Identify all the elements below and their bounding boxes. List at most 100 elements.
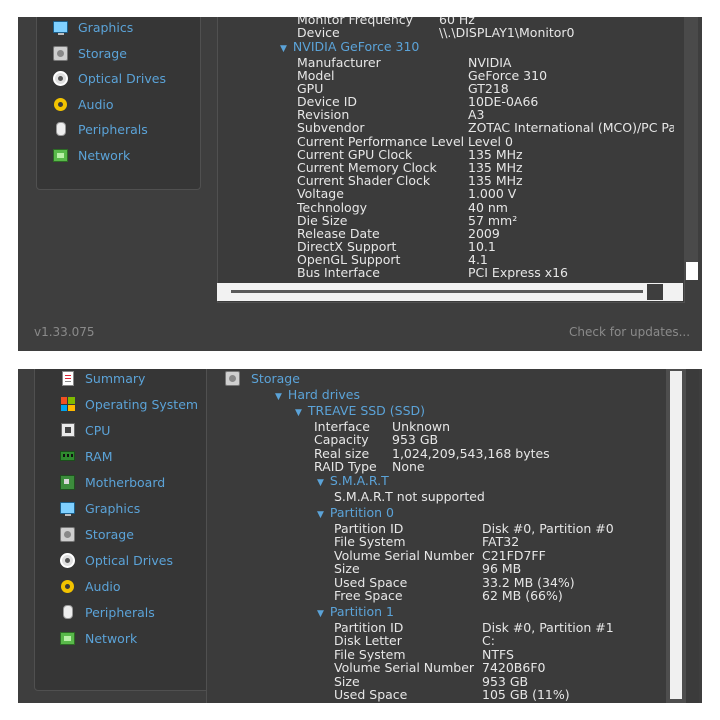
sidebar-item-label: Network: [78, 147, 131, 163]
sidebar: Graphics Storage Optical Drives Audio Pe…: [36, 17, 201, 190]
windows-icon: [60, 397, 75, 412]
section-label: S.M.A.R.T: [329, 473, 389, 488]
sidebar-item-label: Storage: [78, 45, 127, 61]
row-value: 1.000 V: [468, 186, 517, 201]
section-label: TREAVE SSD (SSD): [307, 403, 426, 418]
row-key: File System: [334, 534, 406, 549]
section-partition-1[interactable]: ▼ Partition 1: [317, 604, 394, 619]
row-value: None: [392, 459, 425, 474]
detail-panel[interactable]: Storage ▼ Hard drives ▼ TREAVE SSD (SSD) I…: [206, 369, 699, 703]
sidebar-item-label: Peripherals: [78, 121, 148, 137]
sidebar-item-storage[interactable]: Storage: [60, 523, 134, 545]
row-value: PCI Express x16: [468, 265, 569, 280]
network-icon: [60, 631, 75, 646]
sidebar-item-storage[interactable]: Storage: [53, 42, 127, 64]
row-key: Bus Interface: [297, 265, 380, 280]
sidebar-item-audio[interactable]: Audio: [53, 93, 114, 115]
motherboard-icon: [60, 474, 75, 490]
sidebar-item-label: Graphics: [78, 19, 134, 35]
row-key: Size: [334, 561, 360, 576]
sidebar-item-label: Peripherals: [85, 604, 155, 620]
sidebar-item-label: Audio: [78, 96, 114, 112]
sidebar-item-label: Summary: [85, 370, 146, 386]
vertical-scrollbar[interactable]: [666, 369, 686, 703]
check-updates-link[interactable]: Check for updates...: [569, 325, 690, 339]
section-label: Partition 1: [329, 604, 394, 619]
sidebar-item-label: RAM: [85, 448, 113, 464]
chevron-down-icon: ▼: [317, 609, 324, 619]
sidebar-item-label: Network: [85, 630, 138, 646]
section-partition-0[interactable]: ▼ Partition 0: [317, 505, 394, 520]
row-value: C:: [482, 633, 495, 648]
sidebar: Summary Operating System CPU RAM Motherb…: [34, 369, 210, 691]
row-value: Disk #0, Partition #1: [482, 620, 614, 635]
row-key: Used Space: [334, 687, 408, 702]
row-key: Subvendor: [297, 120, 365, 135]
disc-icon: [60, 552, 75, 568]
sidebar-item-graphics[interactable]: Graphics: [53, 17, 133, 38]
section-label: NVIDIA GeForce 310: [292, 39, 420, 54]
ram-icon: [60, 449, 75, 464]
section-hard-drives[interactable]: ▼ Hard drives: [275, 387, 360, 402]
row-key: Voltage: [297, 186, 344, 201]
sidebar-item-optical-drives[interactable]: Optical Drives: [60, 549, 173, 571]
smart-status: S.M.A.R.T not supported: [334, 489, 485, 504]
section-gpu[interactable]: ▼ NVIDIA GeForce 310: [280, 39, 419, 54]
section-drive[interactable]: ▼ TREAVE SSD (SSD): [295, 403, 425, 418]
row-value: 7420B6F0: [482, 660, 546, 675]
chevron-down-icon: ▼: [317, 510, 324, 520]
top-screenshot: Graphics Storage Optical Drives Audio Pe…: [18, 17, 702, 351]
sidebar-item-optical-drives[interactable]: Optical Drives: [53, 67, 166, 89]
row-value: 105 GB (11%): [482, 687, 570, 702]
row-value: 62 MB (66%): [482, 588, 563, 603]
chevron-down-icon: ▼: [317, 478, 324, 488]
sidebar-item-label: Optical Drives: [85, 552, 173, 568]
chevron-down-icon: ▼: [280, 44, 287, 54]
hard-drive-icon: [60, 526, 75, 542]
row-key: Device: [297, 25, 340, 40]
mouse-icon: [60, 605, 75, 620]
sidebar-item-label: Storage: [85, 526, 134, 542]
section-smart[interactable]: ▼ S.M.A.R.T: [317, 473, 389, 488]
sidebar-item-label: Operating System: [85, 396, 199, 412]
summary-icon: [60, 370, 75, 386]
page-title: Storage: [251, 371, 300, 386]
speaker-icon: [53, 97, 68, 112]
sidebar-item-ram[interactable]: RAM: [60, 445, 113, 467]
row-key: Capacity: [314, 432, 369, 447]
row-value: 96 MB: [482, 561, 522, 576]
chevron-down-icon: ▼: [275, 392, 282, 402]
bottom-screenshot: Summary Operating System CPU RAM Motherb…: [18, 369, 702, 703]
detail-panel[interactable]: Monitor Frequency 60 Hz Device \\.\DISPL…: [217, 17, 698, 303]
row-key: Disk Letter: [334, 633, 402, 648]
horizontal-scrollbar[interactable]: [217, 283, 683, 301]
row-value: 953 GB: [392, 432, 439, 447]
sidebar-item-label: Graphics: [85, 500, 141, 516]
disc-icon: [53, 70, 68, 86]
row-value: \\.\DISPLAY1\Monitor0: [439, 25, 575, 40]
network-icon: [53, 148, 68, 163]
sidebar-item-operating-system[interactable]: Operating System: [60, 393, 198, 415]
sidebar-item-graphics[interactable]: Graphics: [60, 497, 140, 519]
sidebar-item-network[interactable]: Network: [60, 627, 137, 649]
scroll-corner: [647, 284, 663, 300]
sidebar-item-cpu[interactable]: CPU: [60, 419, 110, 441]
sidebar-item-motherboard[interactable]: Motherboard: [60, 471, 165, 493]
version-label: v1.33.075: [34, 325, 95, 339]
section-label: Partition 0: [329, 505, 394, 520]
sidebar-item-label: Audio: [85, 578, 121, 594]
row-key: RAID Type: [314, 459, 377, 474]
sidebar-item-audio[interactable]: Audio: [60, 575, 121, 597]
sidebar-item-peripherals[interactable]: Peripherals: [53, 118, 148, 140]
vertical-scroll-thumb[interactable]: [686, 262, 698, 280]
cpu-icon: [60, 423, 75, 438]
sidebar-item-summary[interactable]: Summary: [60, 369, 145, 389]
sidebar-item-peripherals[interactable]: Peripherals: [60, 601, 155, 623]
hard-drive-icon: [53, 45, 68, 61]
sidebar-item-label: CPU: [85, 422, 111, 438]
vertical-scroll-thumb[interactable]: [670, 371, 682, 699]
sidebar-item-network[interactable]: Network: [53, 144, 130, 166]
horizontal-scroll-thumb[interactable]: [231, 290, 643, 293]
sidebar-item-label: Motherboard: [85, 474, 166, 490]
vertical-scrollbar[interactable]: [684, 17, 698, 280]
